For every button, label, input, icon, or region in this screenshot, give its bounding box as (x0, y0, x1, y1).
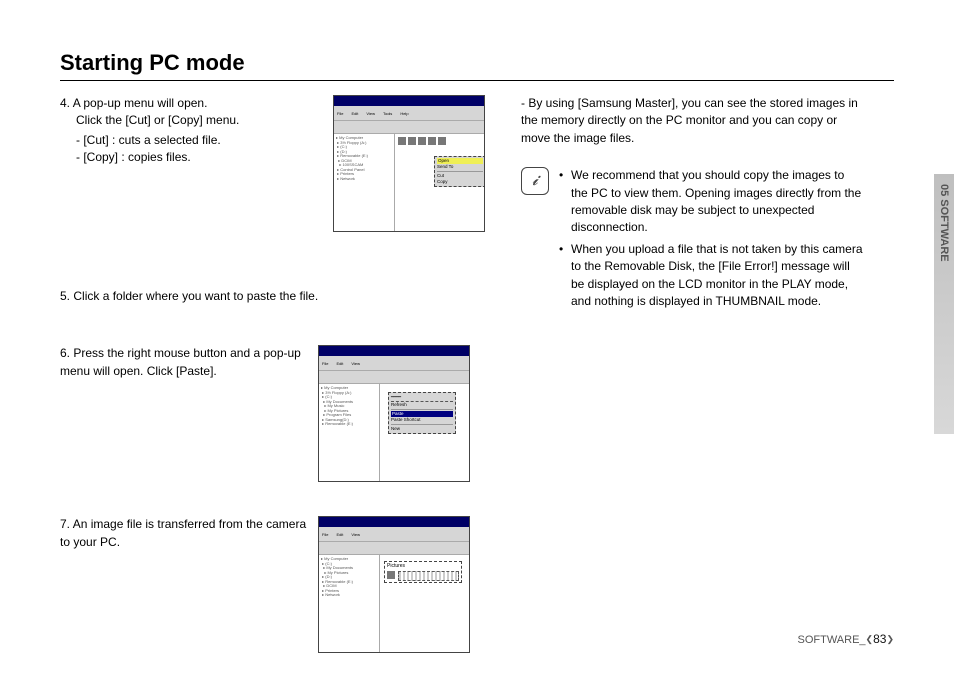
step-6-text: Press the right mouse button and a pop-u… (60, 346, 301, 377)
fig7-label: Pictures (387, 563, 459, 569)
page-title: Starting PC mode (60, 50, 894, 81)
bullet-1: We recommend that you should copy the im… (559, 167, 864, 237)
step-6: 6. Press the right mouse button and a po… (60, 345, 485, 482)
ctx-paste-shortcut: Paste Shortcut (391, 417, 453, 423)
step-4-cut: - [Cut] : cuts a selected file. (60, 132, 325, 149)
menu-view-3: View (351, 532, 360, 537)
menu-view: View (366, 111, 375, 116)
page-footer: SOFTWARE_❮83❯ (798, 632, 895, 646)
menu-view-2: View (351, 361, 360, 366)
step-7-num: 7. (60, 517, 70, 531)
info-note: 𝓲 We recommend that you should copy the … (521, 167, 864, 314)
right-column: - By using [Samsung Master], you can see… (521, 95, 894, 663)
ctx-refresh: Refresh (391, 402, 453, 408)
step-4: 4. A pop-up menu will open. Click the [C… (60, 95, 485, 232)
left-column: 4. A pop-up menu will open. Click the [C… (60, 95, 485, 663)
step-4-line1: A pop-up menu will open. (73, 96, 208, 110)
samsung-master-note: - By using [Samsung Master], you can see… (521, 95, 864, 147)
step-5-num: 5. (60, 289, 70, 303)
menu-edit-3: Edit (336, 532, 343, 537)
step-5-text: Click a folder where you want to paste t… (73, 289, 318, 303)
ctx-send: Send To (437, 164, 483, 170)
menu-file-3: File (322, 532, 328, 537)
ctx-new: New (391, 426, 453, 432)
step-6-num: 6. (60, 346, 70, 360)
footer-label: SOFTWARE_ (798, 634, 866, 646)
bullet-2: When you upload a file that is not taken… (559, 241, 864, 311)
ctx-copy: Copy (437, 179, 483, 185)
info-icon: 𝓲 (521, 167, 549, 195)
menu-edit-2: Edit (336, 361, 343, 366)
section-tab-label: 05 SOFTWARE (938, 184, 950, 262)
menu-tools: Tools (383, 111, 392, 116)
step-4-num: 4. (60, 96, 70, 110)
menu-help: Help (400, 111, 408, 116)
figure-step7: File Edit View ▸ My Computer ▸ (C:) ▸ My… (318, 516, 470, 653)
menu-file-2: File (322, 361, 328, 366)
step-5: 5. Click a folder where you want to past… (60, 288, 485, 305)
step-4-line2: Click the [Cut] or [Copy] menu. (60, 112, 325, 129)
figure-step6: File Edit View ▸ My Computer ▸ 3½ Floppy… (318, 345, 470, 482)
section-tab: 05 SOFTWARE (934, 174, 954, 434)
menu-file: File (337, 111, 343, 116)
step-4-copy: - [Copy] : copies files. (60, 149, 325, 166)
step-7: 7. An image file is transferred from the… (60, 516, 485, 653)
step-7-text: An image file is transferred from the ca… (60, 517, 306, 548)
figure-step4: File Edit View Tools Help ▸ My Computer … (333, 95, 485, 232)
menu-edit: Edit (351, 111, 358, 116)
page-number: 83 (873, 632, 886, 646)
